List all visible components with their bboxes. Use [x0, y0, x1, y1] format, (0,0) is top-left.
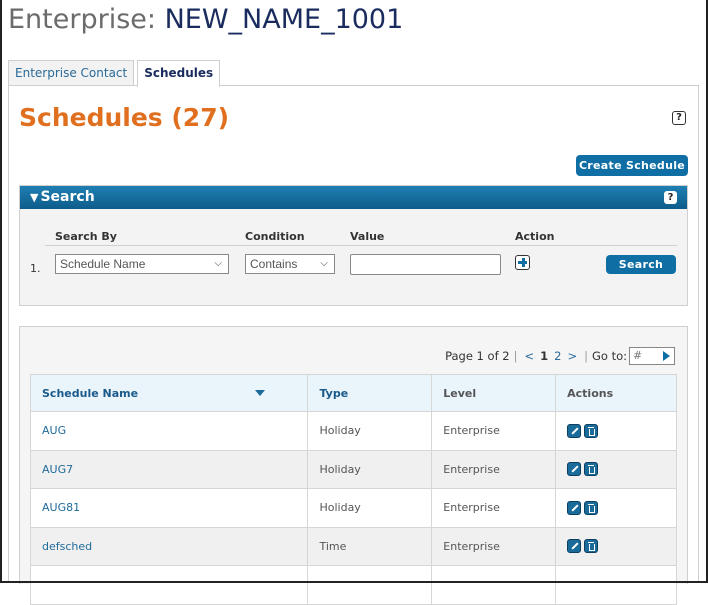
- goto-label: Go to:: [591, 349, 627, 363]
- pagination: Page 1 of 2 | < 1 2 > | Go to: #: [445, 347, 675, 365]
- column-header-schedule-name[interactable]: Schedule Name: [29, 374, 309, 412]
- prev-page-link[interactable]: <: [524, 349, 534, 363]
- search-by-select[interactable]: Schedule Name ⌵: [55, 254, 229, 274]
- search-by-header: Search By: [55, 230, 117, 243]
- table-row: AUG7 Holiday Enterprise: [29, 449, 677, 489]
- help-icon[interactable]: ?: [672, 111, 686, 125]
- delete-icon[interactable]: [584, 462, 599, 477]
- schedule-type: Holiday: [307, 488, 433, 528]
- table-header-row: Schedule Name Type Level Actions: [29, 374, 677, 412]
- condition-header: Condition: [245, 230, 305, 243]
- schedule-level: Enterprise: [431, 411, 557, 451]
- schedule-level: Enterprise: [431, 449, 557, 489]
- schedule-type: Holiday: [307, 411, 433, 451]
- schedule-name-link[interactable]: AUG81: [29, 488, 309, 528]
- schedule-name-link[interactable]: defsched: [29, 526, 309, 566]
- page-info: Page 1 of 2: [445, 349, 510, 363]
- add-criteria-icon[interactable]: [515, 255, 530, 270]
- search-by-value: Schedule Name: [60, 257, 146, 271]
- column-label: Level: [443, 386, 477, 400]
- delete-icon[interactable]: [584, 539, 599, 554]
- divider: [45, 245, 677, 246]
- column-label: Type: [319, 386, 349, 400]
- table-row: AUG81 Holiday Enterprise: [29, 488, 677, 528]
- next-page-link[interactable]: >: [567, 349, 577, 363]
- page-title-label: Enterprise:: [8, 4, 156, 35]
- table-row: [29, 565, 677, 605]
- schedule-level: Enterprise: [431, 526, 557, 566]
- chevron-down-icon: ⌵: [320, 258, 328, 269]
- tab-enterprise-contact[interactable]: Enterprise Contact: [8, 60, 135, 86]
- empty-cell: [307, 565, 433, 605]
- tab-bar: Enterprise Contact Schedules: [8, 60, 223, 87]
- edit-icon[interactable]: [567, 539, 582, 554]
- empty-cell: [29, 565, 309, 605]
- search-button[interactable]: Search: [606, 255, 676, 274]
- sort-desc-icon[interactable]: [255, 390, 266, 396]
- empty-cell: [431, 565, 557, 605]
- schedule-type: Holiday: [307, 449, 433, 489]
- empty-cell: [555, 565, 677, 605]
- column-header-actions: Actions: [555, 374, 677, 412]
- search-title: Search: [40, 189, 95, 205]
- condition-select[interactable]: Contains ⌵: [245, 254, 335, 274]
- search-panel: ▼ Search ? Search By Condition Value Acti…: [19, 185, 688, 306]
- edit-icon[interactable]: [567, 462, 582, 477]
- value-header: Value: [350, 230, 385, 243]
- column-label: Actions: [567, 386, 614, 400]
- search-help-icon[interactable]: ?: [664, 191, 677, 204]
- action-header: Action: [515, 230, 555, 243]
- schedules-panel: Schedules (27) ? Create Schedule ▼ Search…: [8, 85, 699, 605]
- row-actions: [555, 526, 677, 566]
- search-header[interactable]: ▼ Search ?: [20, 186, 687, 209]
- go-arrow-icon[interactable]: [663, 351, 670, 361]
- schedule-type: Time: [307, 526, 433, 566]
- edit-icon[interactable]: [567, 500, 582, 515]
- criteria-row-number: 1.: [30, 262, 41, 275]
- goto-placeholder: #: [633, 349, 643, 362]
- condition-value: Contains: [250, 257, 298, 271]
- schedules-table: Schedule Name Type Level Actions AUG Hol…: [29, 374, 677, 605]
- delete-icon[interactable]: [584, 500, 599, 515]
- create-schedule-button[interactable]: Create Schedule: [576, 155, 688, 176]
- collapse-triangle-icon: ▼: [30, 191, 39, 204]
- value-input[interactable]: [350, 254, 501, 275]
- column-header-level: Level: [431, 374, 557, 412]
- column-label: Schedule Name: [42, 386, 139, 400]
- enterprise-name: NEW_NAME_1001: [164, 4, 404, 35]
- separator: |: [584, 349, 588, 363]
- tab-schedules[interactable]: Schedules: [137, 60, 221, 87]
- current-page: 1: [540, 349, 549, 363]
- page-2-link[interactable]: 2: [554, 349, 561, 363]
- column-header-type[interactable]: Type: [307, 374, 433, 412]
- chevron-down-icon: ⌵: [214, 258, 222, 269]
- results-panel: Page 1 of 2 | < 1 2 > | Go to: # Schedul…: [19, 326, 688, 605]
- row-actions: [555, 411, 677, 451]
- row-actions: [555, 449, 677, 489]
- table-row: defsched Time Enterprise: [29, 526, 677, 566]
- section-title: Schedules (27): [19, 103, 230, 132]
- table-row: AUG Holiday Enterprise: [29, 411, 677, 451]
- schedule-level: Enterprise: [431, 488, 557, 528]
- schedule-name-link[interactable]: AUG7: [29, 449, 309, 489]
- page-title: Enterprise: NEW_NAME_1001: [8, 2, 403, 38]
- schedule-name-link[interactable]: AUG: [29, 411, 309, 451]
- delete-icon[interactable]: [584, 423, 599, 438]
- separator: |: [513, 349, 518, 363]
- edit-icon[interactable]: [567, 423, 582, 438]
- goto-page-input[interactable]: #: [629, 347, 675, 365]
- row-actions: [555, 488, 677, 528]
